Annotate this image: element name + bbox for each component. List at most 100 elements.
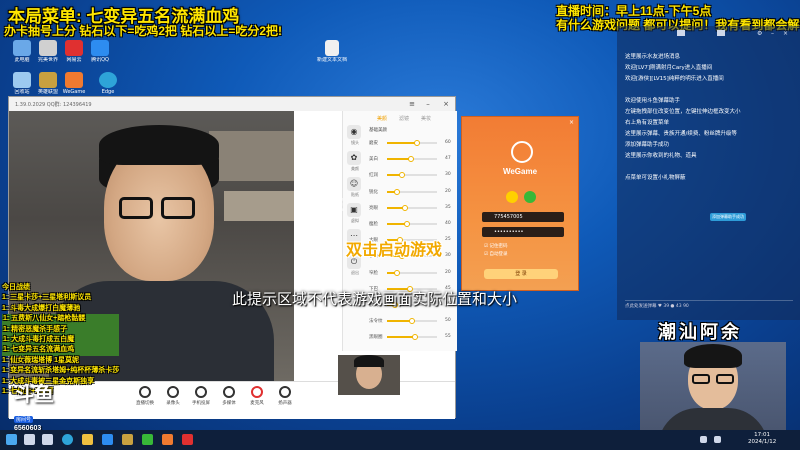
wegame-login-window[interactable]: × WeGame 775457005 •••••••••• ☑ 记住密码 ☑ 自… <box>461 116 579 291</box>
gift-icon[interactable] <box>717 30 725 36</box>
desktop-icon-qq[interactable]: 腾讯QQ <box>80 40 120 63</box>
clock[interactable]: 17:01 2024/1/12 <box>748 432 776 446</box>
slider-handle[interactable] <box>399 172 405 179</box>
slider-handle[interactable] <box>414 140 420 146</box>
tab-makeup[interactable]: 美妆 <box>421 115 431 122</box>
desktop-icon-edge[interactable]: Edge <box>88 72 128 95</box>
game-icon[interactable] <box>122 434 133 445</box>
slider-track[interactable] <box>387 172 437 179</box>
auto-login-checkbox[interactable]: ☑ 自动登录 <box>484 251 507 257</box>
slider-handle[interactable] <box>404 221 410 227</box>
slider-track[interactable] <box>387 221 437 227</box>
slider-track[interactable] <box>387 140 437 146</box>
account-field[interactable]: 775457005 <box>482 212 564 222</box>
close-icon[interactable]: × <box>783 30 788 37</box>
login-button[interactable]: 登 录 <box>484 269 558 279</box>
live-icon <box>139 386 151 398</box>
document-icon <box>325 40 339 56</box>
stats-line: 1: 精密恶魔杀手感子 <box>2 324 120 336</box>
slider-handle[interactable] <box>411 334 418 341</box>
beauty-slider[interactable]: 磨皮 60 <box>369 139 455 147</box>
stats-line: 1: 五费斯八仙女+踏枪骷髅 <box>2 314 120 325</box>
beauty-slider[interactable]: 红润 30 <box>369 171 455 179</box>
phone-cast-button[interactable]: 手机投屏 <box>187 386 215 406</box>
app-titlebar: 1.39.0.2029 QQ群: 124396419 <box>9 97 455 111</box>
phone-icon <box>195 386 207 398</box>
slider-track[interactable] <box>387 156 437 163</box>
sticker-icon[interactable]: ☺ <box>347 177 361 191</box>
beauty-icon[interactable]: ✿ <box>347 151 361 165</box>
browser-icon[interactable] <box>62 434 73 445</box>
speaker-button[interactable]: 扬声器 <box>271 386 299 406</box>
search-icon[interactable] <box>24 434 35 445</box>
chat-input[interactable]: 点此处发送弹幕 ♥ 39 ● 43 90 <box>625 300 793 310</box>
slider-handle[interactable] <box>394 269 400 276</box>
slider-track[interactable] <box>387 334 437 341</box>
qq-icon <box>91 40 109 56</box>
slider-value: 30 <box>445 172 451 178</box>
chat-message: 欢迎[LV7]刚满射月Cary进入直播间 <box>625 65 713 71</box>
desktop-icon-text-file[interactable]: 新建文本文档 <box>312 40 352 63</box>
chat-message: 欢迎使用斗鱼弹幕助手 <box>625 98 681 104</box>
slider-track[interactable] <box>387 269 437 276</box>
beauty-slider[interactable]: 法令纹 50 <box>369 317 455 325</box>
slider-value: 20 <box>445 269 451 275</box>
slider-handle[interactable] <box>394 188 400 195</box>
close-icon[interactable]: × <box>441 100 451 108</box>
settings-icon[interactable]: ⚙ <box>757 30 762 37</box>
minimize-icon[interactable]: – <box>771 30 774 37</box>
folder-icon[interactable] <box>82 434 93 445</box>
douyu-logo: 斗鱼 房间号 6560603 <box>14 384 54 432</box>
douyu-icon[interactable] <box>182 434 193 445</box>
virtual-bg-icon[interactable]: ▣ <box>347 203 361 217</box>
beauty-slider[interactable]: 黑眼圈 55 <box>369 333 455 341</box>
beauty-slider[interactable]: 锐化 20 <box>369 188 455 196</box>
network-icon[interactable] <box>700 436 707 443</box>
media-button[interactable]: 多媒体 <box>215 386 243 406</box>
close-icon[interactable]: × <box>569 119 574 126</box>
tab-filter[interactable]: 滤镜 <box>399 115 409 122</box>
slider-value: 25 <box>445 237 451 243</box>
mini-webcam-preview <box>338 355 400 395</box>
switch-live-button[interactable]: 直播切换 <box>131 386 159 406</box>
remember-checkbox[interactable]: ☑ 记住密码 <box>484 243 507 249</box>
slider-track[interactable] <box>387 318 437 325</box>
start-icon[interactable] <box>6 434 17 445</box>
desktop: 本局菜单: 七变异五名流满血鸡 办卡抽号上分 钻石以下=吃鸡2把 钻石以上=吃分… <box>0 0 800 432</box>
slider-handle[interactable] <box>401 204 408 211</box>
tab-beauty[interactable]: 美颜 <box>377 115 387 122</box>
camera-button[interactable]: 录像头 <box>159 386 187 406</box>
slider-track[interactable] <box>387 188 437 195</box>
slider-handle[interactable] <box>409 318 415 325</box>
stats-icon[interactable] <box>677 30 685 36</box>
slider-value: 20 <box>445 188 451 194</box>
wechat-icon[interactable] <box>142 434 153 445</box>
qq-login-icon[interactable] <box>506 191 518 203</box>
slider-label: 窄脸 <box>369 270 378 276</box>
camera-icon[interactable]: ◉ <box>347 125 361 139</box>
qq-icon[interactable] <box>102 434 113 445</box>
success-badge: 添加弹幕助手成功 <box>710 213 746 221</box>
beauty-slider[interactable]: 瘦脸 40 <box>369 220 455 228</box>
beauty-slider[interactable]: 窄脸 20 <box>369 269 455 277</box>
slider-handle[interactable] <box>407 156 414 163</box>
wechat-login-icon[interactable] <box>524 191 536 203</box>
taskbar: 17:01 2024/1/12 <box>0 430 800 450</box>
browser-icon <box>99 72 117 88</box>
volume-icon[interactable] <box>714 436 721 443</box>
wegame-logo-icon <box>511 141 533 163</box>
minimize-icon[interactable]: – <box>423 100 433 108</box>
menu-icon[interactable]: ≡ <box>407 100 417 108</box>
wegame-icon[interactable] <box>162 434 173 445</box>
chat-message: 添加弹幕助手成功 <box>625 142 670 148</box>
microphone-button[interactable]: 麦克风 <box>243 386 271 406</box>
slider-track[interactable] <box>387 204 437 211</box>
rule-overlay: 办卡抽号上分 钻石以下=吃鸡2把 钻石以上=吃分2把! <box>4 24 283 38</box>
beauty-slider[interactable]: 美白 47 <box>369 155 455 163</box>
task-view-icon[interactable] <box>42 434 53 445</box>
beauty-slider[interactable]: 亮眼 35 <box>369 204 455 212</box>
password-field[interactable]: •••••••••• <box>482 227 564 237</box>
room-tag: 房间号 <box>14 416 34 423</box>
danmu-chat-panel[interactable]: ⚙ – × 这里展示水友进场消息 欢迎[LV7]刚满射月Cary进入直播间 欢迎[游… <box>617 26 800 320</box>
stats-line: 1: 斗毒大成爆打白魔薄驰 <box>2 304 81 312</box>
